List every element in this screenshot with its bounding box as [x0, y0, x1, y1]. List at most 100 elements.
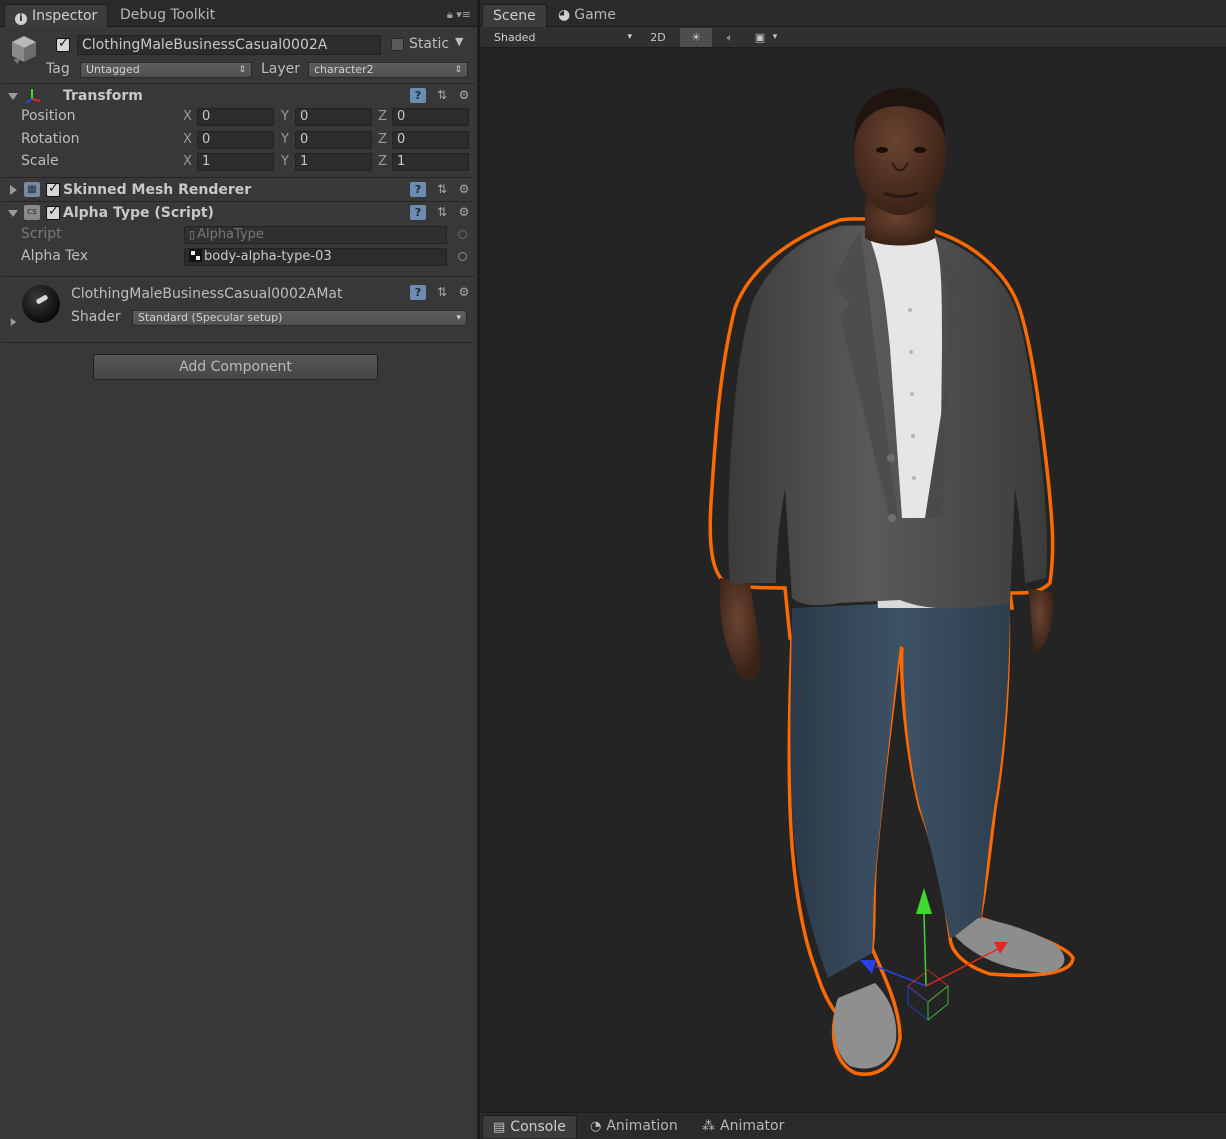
settings-gear-icon[interactable]: ⚙	[456, 285, 472, 300]
gizmo-xz-plane[interactable]	[907, 969, 949, 1003]
static-dropdown-icon[interactable]: ▼	[455, 35, 463, 48]
chevron-down-icon: ▾	[456, 313, 461, 323]
texture-thumbnail-icon	[189, 249, 202, 262]
alpha-type-enabled-checkbox[interactable]	[46, 204, 60, 220]
skinned-mesh-enabled-checkbox[interactable]	[46, 181, 60, 197]
tag-value: Untagged	[86, 63, 140, 76]
divider	[2, 276, 475, 277]
inspector-panel: i Inspector Debug Toolkit 🔒︎ ▾≡ ClothingM…	[0, 0, 478, 1139]
settings-gear-icon[interactable]: ⚙	[456, 88, 472, 103]
scene-panel: Scene ◕ Game Shaded ▾ 2D ☀ 🔈︎ ▣ ▾	[480, 0, 1226, 1112]
draw-mode-dropdown[interactable]: Shaded ▾	[488, 29, 636, 46]
panel-menu-icon[interactable]: ▾≡	[456, 8, 471, 21]
script-field: ▯ AlphaType	[184, 226, 447, 244]
material-name: ClothingMaleBusinessCasual0002AMat	[71, 286, 343, 302]
rotation-y-field[interactable]: 0	[295, 131, 372, 149]
inspector-tabbar: i Inspector Debug Toolkit 🔒︎ ▾≡	[0, 0, 477, 27]
help-book-icon[interactable]: ?	[410, 88, 426, 103]
add-component-button[interactable]: Add Component	[93, 354, 378, 380]
object-name-field[interactable]: ClothingMaleBusinessCasual0002A	[77, 35, 381, 55]
lock-icon[interactable]: 🔒︎	[447, 8, 453, 21]
alpha-tex-value: body-alpha-type-03	[204, 249, 332, 264]
tab-game[interactable]: ◕ Game	[548, 4, 626, 27]
presets-sliders-icon[interactable]: ⇅	[434, 182, 450, 197]
gizmo-z-arrow[interactable]	[860, 960, 876, 974]
transform-foldout[interactable]	[8, 93, 18, 100]
tab-inspector[interactable]: i Inspector	[4, 4, 109, 27]
gizmo-y-arrow[interactable]	[916, 888, 932, 914]
tab-game-label: Game	[574, 7, 616, 23]
chevron-down-icon: ▾	[627, 32, 632, 42]
object-picker-icon[interactable]	[458, 252, 467, 261]
transform-title[interactable]: Transform	[63, 88, 143, 104]
tab-console-label: Console	[510, 1119, 566, 1135]
axis-y-label[interactable]: Y	[281, 154, 289, 169]
shader-dropdown[interactable]: Standard (Specular setup) ▾	[132, 310, 467, 326]
static-checkbox[interactable]	[391, 38, 404, 51]
settings-gear-icon[interactable]: ⚙	[456, 205, 472, 220]
help-book-icon[interactable]: ?	[410, 182, 426, 197]
layer-dropdown[interactable]: character2 ⇕	[308, 62, 468, 78]
position-x-field[interactable]: 0	[197, 108, 274, 126]
rotation-z-field[interactable]: 0	[392, 131, 469, 149]
axis-z-label[interactable]: Z	[378, 132, 387, 147]
axis-x-label[interactable]: X	[183, 154, 192, 169]
rotation-label: Rotation	[21, 131, 80, 147]
skinned-mesh-foldout[interactable]	[10, 185, 17, 195]
audio-speaker-icon[interactable]: 🔈︎	[718, 28, 742, 47]
alpha-tex-field[interactable]: body-alpha-type-03	[184, 248, 447, 266]
layer-value: character2	[314, 63, 374, 76]
axis-z-label[interactable]: Z	[378, 154, 387, 169]
tab-animation[interactable]: ◔ Animation	[580, 1115, 688, 1138]
position-z-field[interactable]: 0	[392, 108, 469, 126]
dropdown-arrows-icon: ⇕	[454, 65, 462, 75]
transform-axes-icon	[25, 89, 41, 104]
tab-inspector-label: Inspector	[32, 8, 98, 24]
axis-z-label[interactable]: Z	[378, 109, 387, 124]
jacket-button	[888, 514, 896, 522]
tab-animator[interactable]: ⁂ Animator	[692, 1115, 794, 1138]
active-checkbox[interactable]	[56, 36, 70, 52]
tab-scene[interactable]: Scene	[482, 4, 547, 27]
scale-y-field[interactable]: 1	[295, 153, 372, 171]
right-eye	[914, 147, 926, 153]
scale-z-field[interactable]: 1	[392, 153, 469, 171]
tag-dropdown[interactable]: Untagged ⇕	[80, 62, 252, 78]
scale-x-field[interactable]: 1	[197, 153, 274, 171]
clock-icon: ◔	[590, 1119, 602, 1134]
gizmo-xy-plane[interactable]	[927, 984, 949, 1022]
alpha-type-title[interactable]: Alpha Type (Script)	[63, 205, 214, 221]
tab-debug-toolkit-label: Debug Toolkit	[120, 7, 216, 23]
rotation-x-field[interactable]: 0	[197, 131, 274, 149]
shader-value: Standard (Specular setup)	[138, 311, 283, 324]
material-foldout[interactable]	[10, 318, 17, 326]
divider	[2, 201, 475, 202]
effects-dropdown-icon[interactable]: ▾	[770, 28, 780, 47]
scale-label: Scale	[21, 153, 59, 169]
presets-sliders-icon[interactable]: ⇅	[434, 88, 450, 103]
layer-label: Layer	[261, 61, 301, 77]
settings-gear-icon[interactable]: ⚙	[456, 182, 472, 197]
axis-x-label[interactable]: X	[183, 132, 192, 147]
help-book-icon[interactable]: ?	[410, 205, 426, 220]
skinned-mesh-title[interactable]: Skinned Mesh Renderer	[63, 182, 251, 198]
axis-x-label[interactable]: X	[183, 109, 192, 124]
presets-sliders-icon[interactable]: ⇅	[434, 285, 450, 300]
scene-viewport[interactable]	[480, 48, 1226, 1112]
shoe-left	[833, 983, 897, 1069]
mode-2d-toggle[interactable]: 2D	[644, 28, 672, 47]
help-book-icon[interactable]: ?	[410, 285, 426, 300]
tab-console[interactable]: ▤ Console	[482, 1115, 577, 1138]
gizmo-yz-plane[interactable]	[907, 984, 929, 1022]
divider	[2, 83, 475, 84]
alpha-type-foldout[interactable]	[8, 210, 18, 217]
effects-image-icon[interactable]: ▣	[750, 28, 770, 47]
tab-debug-toolkit[interactable]: Debug Toolkit	[110, 4, 225, 27]
script-file-icon: cs	[24, 205, 40, 220]
panel-menu[interactable]: 🔒︎ ▾≡	[447, 8, 471, 22]
axis-y-label[interactable]: Y	[281, 132, 289, 147]
axis-y-label[interactable]: Y	[281, 109, 289, 124]
position-y-field[interactable]: 0	[295, 108, 372, 126]
lighting-sun-icon[interactable]: ☀	[680, 28, 712, 47]
presets-sliders-icon[interactable]: ⇅	[434, 205, 450, 220]
